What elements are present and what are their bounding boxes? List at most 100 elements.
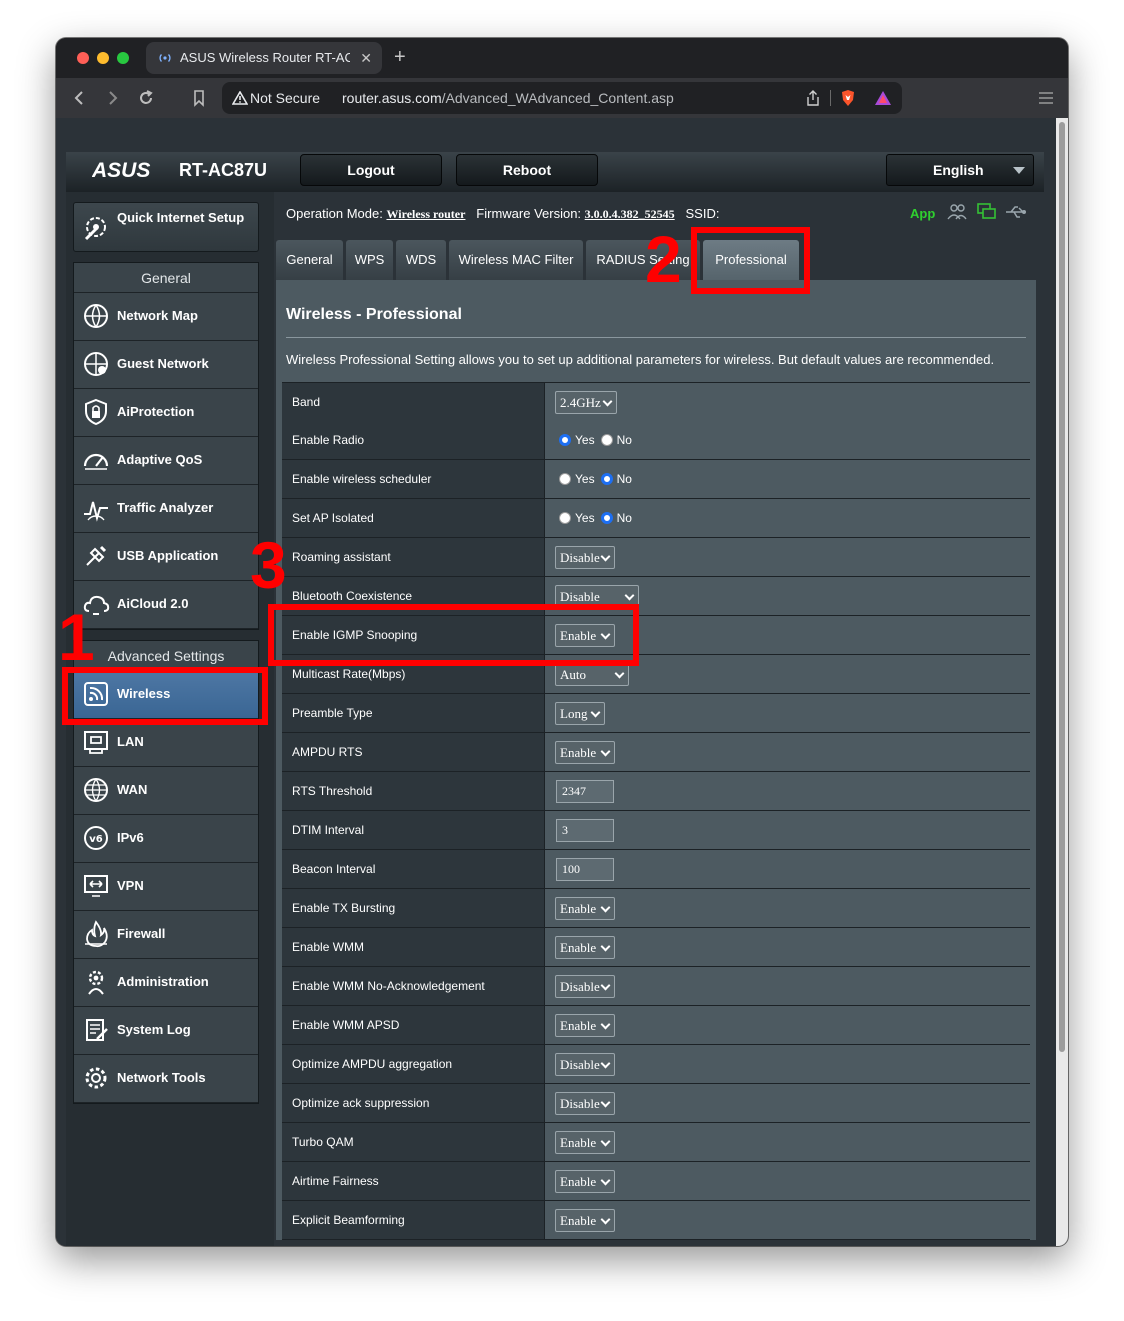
annotation-box-professional [691,227,810,294]
bookmark-icon[interactable] [189,88,209,108]
dtim-interval-input[interactable]: 3 [556,819,614,842]
language-select[interactable]: English [886,154,1034,186]
enable-wmm-no-acknowledgement-select[interactable]: Disable [555,975,615,998]
sidebar-item-label: Network Map [117,308,198,323]
share-icon[interactable] [806,90,820,106]
optimize-ampdu-aggregation-select[interactable]: Disable [555,1053,615,1076]
operation-mode-link[interactable]: Wireless router [386,207,465,221]
setting-label: Optimize ack suppression [282,1084,544,1122]
brave-rewards-icon[interactable] [874,90,892,106]
system-log-icon [86,1019,108,1041]
optimize-ack-suppression-select[interactable]: Disable [555,1092,615,1115]
setting-value-cell: Disable [544,538,1030,576]
reboot-button[interactable]: Reboot [456,154,598,186]
quick-internet-setup-button[interactable]: Quick Internet Setup [73,202,259,252]
browser-toolbar: Not Secure router.asus.com/Advanced_WAdv… [56,78,1068,118]
browser-tab[interactable]: ASUS Wireless Router RT-AC87U ✕ [146,42,382,74]
close-tab-icon[interactable]: ✕ [360,42,372,74]
setting-value-cell: Disable [544,1084,1030,1122]
setting-label: Preamble Type [282,694,544,732]
select-value: Long [560,706,588,721]
sidebar-item-ipv6[interactable]: v6 IPv6 [74,815,258,863]
tab-radius-setting[interactable]: RADIUS Setting [586,240,700,280]
sidebar-item-label: Adaptive QoS [117,452,203,467]
multicast-rate-mbps-select[interactable]: Auto [555,663,629,686]
tab-wds[interactable]: WDS [396,240,446,280]
logout-button[interactable]: Logout [300,154,442,186]
operation-mode-label: Operation Mode: [286,206,383,221]
tab-wireless-mac-filter[interactable]: Wireless MAC Filter [449,240,583,280]
explicit-beamforming-select[interactable]: Enable [555,1209,615,1232]
clients-icon[interactable] [947,203,967,221]
page-scrollbar[interactable] [1056,118,1068,1246]
roaming-assistant-select[interactable]: Disable [555,546,615,569]
chevron-down-icon [624,590,635,601]
sidebar-item-traffic-analyzer[interactable]: Traffic Analyzer [74,485,258,533]
sidebar-item-network-map[interactable]: Network Map [74,293,258,341]
setting-row-set-ap-isolated: Set AP Isolated Yes No [282,499,1030,538]
enable-wireless-scheduler-yes-radio[interactable] [559,473,571,485]
band-select[interactable]: 2.4GHz [555,391,617,414]
zoom-window-button[interactable] [117,52,129,64]
app-link[interactable]: App [910,206,935,221]
router-model: RT-AC87U [179,160,268,180]
enable-radio-no-radio[interactable] [600,434,613,446]
setting-row-dtim-interval: DTIM Interval 3 [282,811,1030,850]
set-ap-isolated-no-radio[interactable] [600,512,613,524]
sidebar-item-network-tools[interactable]: Network Tools [74,1055,258,1103]
preamble-type-select[interactable]: Long [555,702,605,725]
sidebar-item-label: Network Tools [117,1070,206,1085]
enable-wmm-select[interactable]: Enable [555,936,615,959]
beacon-interval-input[interactable]: 100 [556,858,614,881]
turbo-qam-select[interactable]: Enable [555,1131,615,1154]
sidebar-item-aiprotection[interactable]: AiProtection [74,389,258,437]
firmware-link[interactable]: 3.0.0.4.382_52545 [585,207,675,221]
forward-icon[interactable] [102,88,122,108]
enable-tx-bursting-select[interactable]: Enable [555,897,615,920]
sidebar-item-usb-application[interactable]: USB Application [74,533,258,581]
setting-value-cell: Enable [544,928,1030,966]
reload-icon[interactable] [136,88,156,108]
sidebar-item-firewall[interactable]: Firewall [74,911,258,959]
usb-icon [86,545,107,566]
back-icon[interactable] [70,88,90,108]
enable-wireless-scheduler-no-radio[interactable] [600,473,613,485]
minimize-window-button[interactable] [97,52,109,64]
tab-general[interactable]: General [276,240,343,280]
sidebar-item-label: Guest Network [117,356,209,371]
new-tab-button[interactable]: + [394,44,406,70]
sidebar-item-vpn[interactable]: VPN [74,863,258,911]
sidebar-item-system-log[interactable]: System Log [74,1007,258,1055]
sidebar-item-guest-network[interactable]: Guest Network [74,341,258,389]
sidebar-item-aicloud-2-0[interactable]: AiCloud 2.0 [74,581,258,629]
address-bar[interactable]: Not Secure router.asus.com/Advanced_WAdv… [222,82,902,114]
enable-wmm-apsd-select[interactable]: Enable [555,1014,615,1037]
gear-person-icon [88,970,104,995]
setting-label: Enable WMM [282,928,544,966]
menu-icon[interactable] [1036,88,1056,108]
asus-logo-text: ASUS [92,160,150,180]
tab-wps[interactable]: WPS [346,240,393,280]
ampdu-rts-select[interactable]: Enable [555,741,615,764]
rts-threshold-input[interactable]: 2347 [556,780,614,803]
enable-radio-yes-radio[interactable] [559,434,571,446]
sidebar-item-wan[interactable]: WAN [74,767,258,815]
brave-shield-icon[interactable] [840,89,856,107]
sidebar-item-label: LAN [117,734,144,749]
set-ap-isolated-yes-radio[interactable] [559,512,571,524]
guest-network-icon [84,352,108,376]
usb-status-icon[interactable] [1005,205,1027,219]
setting-label: Turbo QAM [282,1123,544,1161]
sidebar-item-adaptive-qos[interactable]: Adaptive QoS [74,437,258,485]
svg-text:v6: v6 [89,834,103,845]
sidebar-item-administration[interactable]: Administration [74,959,258,1007]
radio-label: Yes [575,511,595,525]
radio-label: No [616,511,632,525]
scrollbar-thumb[interactable] [1059,122,1065,1052]
setting-value-cell: Disable [544,1045,1030,1083]
network-status-icon[interactable] [977,203,997,221]
close-window-button[interactable] [77,52,89,64]
airtime-fairness-select[interactable]: Enable [555,1170,615,1193]
sidebar-item-lan[interactable]: LAN [74,719,258,767]
select-value: Disable [560,1057,600,1072]
